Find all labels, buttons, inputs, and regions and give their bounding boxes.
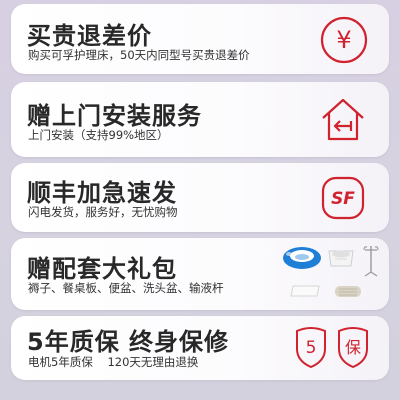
card-title: 5年质保 终身保修 <box>27 328 230 356</box>
house-arrow-icon <box>322 98 364 141</box>
card-title: 赠配套大礼包 <box>27 255 177 283</box>
card-gift-bundle: 赠配套大礼包 褥子、餐桌板、便盆、洗头盆、输液杆 <box>11 238 389 310</box>
guarantee-shield-icon: 保 <box>338 327 368 369</box>
card-title: 买贵退差价 <box>27 22 152 50</box>
iv-pole-icon <box>363 246 379 277</box>
card-warranty: 5年质保 终身保修 电机5年质保 120天无理由退换 5 保 <box>11 316 389 380</box>
card-subtitle: 电机5年质保 120天无理由退换 <box>28 355 199 369</box>
wash-basin-icon <box>328 250 354 267</box>
bedpan-icon <box>283 247 321 269</box>
warranty-5-year-icon: 5 <box>296 327 326 369</box>
card-subtitle: 闪电发货，服务好，无忧购物 <box>28 205 178 219</box>
card-installation: 赠上门安装服务 上门安装（支持99%地区） <box>11 82 389 157</box>
table-board-icon <box>290 285 320 297</box>
mattress-icon <box>335 286 361 297</box>
card-title: 顺丰加急速发 <box>27 179 177 207</box>
card-subtitle: 上门安装（支持99%地区） <box>28 128 169 142</box>
sf-express-icon: SF <box>321 176 365 220</box>
guarantee-text: 保 <box>345 338 361 357</box>
card-subtitle: 褥子、餐桌板、便盆、洗头盆、输液杆 <box>28 281 224 295</box>
sf-logo-text: SF <box>331 189 355 209</box>
yen-circle-icon: ¥ <box>320 16 368 64</box>
card-express-shipping: 顺丰加急速发 闪电发货，服务好，无忧购物 SF <box>11 163 389 232</box>
warranty-5-text: 5 <box>306 338 317 358</box>
yen-symbol: ¥ <box>336 26 351 54</box>
gift-bundle-icon <box>283 246 379 297</box>
card-price-protection: 买贵退差价 购买可孚护理床，50天内同型号买贵退差价 ¥ <box>11 4 389 74</box>
card-subtitle: 购买可孚护理床，50天内同型号买贵退差价 <box>28 48 250 62</box>
card-title: 赠上门安装服务 <box>27 102 202 130</box>
